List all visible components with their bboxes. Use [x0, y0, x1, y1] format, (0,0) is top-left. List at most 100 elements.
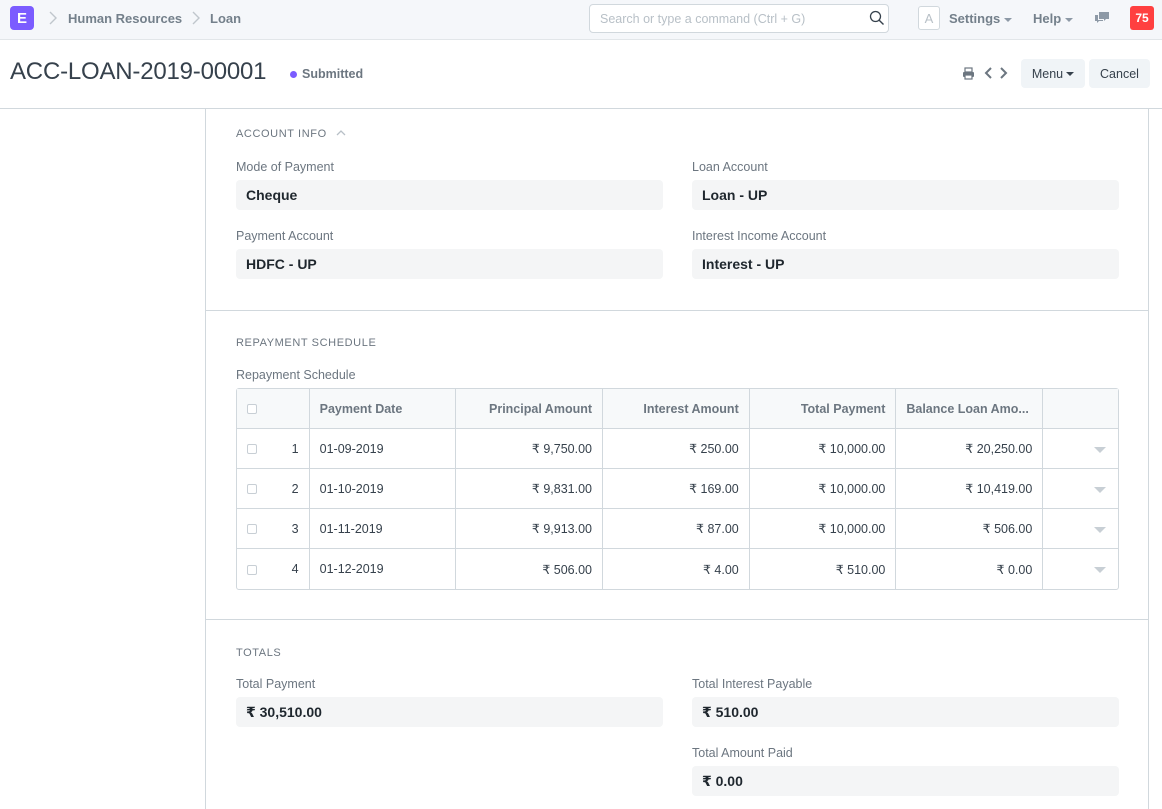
cell-interest-amount[interactable]: ₹ 87.00 — [603, 509, 750, 549]
table-row[interactable]: 1 01-09-2019 ₹ 9,750.00 ₹ 250.00 ₹ 10,000.00… — [237, 429, 1118, 469]
search-icon[interactable] — [869, 10, 885, 26]
select-all-cell — [237, 389, 310, 429]
cancel-button[interactable]: Cancel — [1089, 59, 1150, 88]
app-logo[interactable]: E — [10, 6, 34, 30]
chevron-right-icon — [48, 11, 58, 25]
cell-payment-date[interactable]: 01-09-2019 — [309, 429, 457, 469]
row-dropdown-icon[interactable] — [1094, 446, 1106, 453]
cell-total-payment[interactable]: ₹ 10,000.00 — [749, 509, 897, 549]
cell-total-payment[interactable]: ₹ 10,000.00 — [749, 469, 897, 509]
cell-total-payment[interactable]: ₹ 10,000.00 — [749, 429, 897, 469]
chevron-right-icon[interactable] — [999, 66, 1008, 80]
cell-payment-date[interactable]: 01-11-2019 — [309, 509, 457, 549]
table-row[interactable]: 3 01-11-2019 ₹ 9,913.00 ₹ 87.00 ₹ 10,000.00 ₹… — [237, 509, 1118, 549]
notification-badge[interactable]: 75 — [1130, 6, 1154, 30]
row-index: 3 — [291, 521, 299, 536]
cell-balance-loan-amount[interactable]: ₹ 20,250.00 — [896, 429, 1044, 469]
select-all-checkbox[interactable] — [247, 404, 257, 415]
chat-icon[interactable] — [1094, 11, 1110, 25]
settings-dropdown[interactable]: Settings — [949, 11, 1013, 26]
row-select-cell: 1 — [237, 429, 310, 469]
field-label-interest-income-account: Interest Income Account — [692, 229, 827, 243]
section-title-account-info[interactable]: ACCOUNT INFO — [236, 127, 346, 140]
chevron-left-icon[interactable] — [984, 66, 993, 80]
col-actions — [1043, 389, 1118, 429]
table-row[interactable]: 2 01-10-2019 ₹ 9,831.00 ₹ 169.00 ₹ 10,000.00… — [237, 469, 1118, 509]
navbar: E Human Resources Loan A Settings Help 7… — [0, 0, 1162, 40]
col-total-payment[interactable]: Total Payment — [749, 389, 897, 429]
cell-balance-loan-amount[interactable]: ₹ 0.00 — [896, 549, 1044, 589]
cell-total-payment[interactable]: ₹ 510.00 — [750, 549, 897, 589]
table-row[interactable]: 4 01-12-2019 ₹ 506.00 ₹ 4.00 ₹ 510.00 ₹ 0.00 — [237, 549, 1118, 589]
section-repayment-schedule: REPAYMENT SCHEDULE Repayment Schedule Pa… — [206, 311, 1148, 620]
row-checkbox[interactable] — [247, 484, 257, 495]
field-label-mode-of-payment: Mode of Payment — [236, 160, 334, 174]
table-header-row: Payment Date Principal Amount Interest A… — [237, 389, 1118, 429]
col-interest-amount[interactable]: Interest Amount — [603, 389, 750, 429]
section-totals: TOTALS Total Payment ₹ 30,510.00 Total I… — [206, 620, 1148, 809]
row-select-cell: 2 — [237, 469, 310, 509]
menu-button[interactable]: Menu — [1021, 59, 1085, 88]
chevron-right-icon — [191, 11, 201, 25]
repayment-table: Payment Date Principal Amount Interest A… — [236, 388, 1119, 590]
row-index: 4 — [291, 562, 299, 576]
caret-down-icon — [1065, 17, 1074, 22]
cell-principal-amount[interactable]: ₹ 9,831.00 — [456, 469, 604, 509]
status-dot-icon — [290, 70, 297, 78]
cell-principal-amount[interactable]: ₹ 9,913.00 — [456, 509, 604, 549]
row-select-cell: 4 — [237, 549, 310, 589]
field-label-total-interest-payable: Total Interest Payable — [692, 677, 813, 691]
col-balance-loan-amount[interactable]: Balance Loan Amo... — [896, 389, 1044, 429]
row-index: 1 — [291, 441, 299, 456]
field-total-amount-paid[interactable]: ₹ 0.00 — [692, 766, 1119, 796]
status-badge: Submitted — [290, 67, 363, 81]
field-interest-income-account[interactable]: Interest - UP — [692, 249, 1119, 279]
page-title: ACC-LOAN-2019-00001 — [10, 58, 267, 85]
field-label-loan-account: Loan Account — [692, 160, 768, 174]
cell-interest-amount[interactable]: ₹ 4.00 — [603, 549, 750, 589]
help-dropdown[interactable]: Help — [1033, 11, 1074, 26]
row-dropdown-icon[interactable] — [1094, 526, 1106, 533]
row-dropdown-icon[interactable] — [1094, 486, 1106, 493]
section-title-totals[interactable]: TOTALS — [236, 647, 281, 659]
cell-interest-amount[interactable]: ₹ 250.00 — [603, 429, 750, 469]
status-text: Submitted — [302, 67, 364, 81]
cell-principal-amount[interactable]: ₹ 9,750.00 — [456, 429, 604, 469]
cell-interest-amount[interactable]: ₹ 169.00 — [603, 469, 750, 509]
cell-payment-date[interactable]: 01-10-2019 — [309, 469, 457, 509]
field-total-payment[interactable]: ₹ 30,510.00 — [236, 697, 663, 727]
settings-label: Settings — [949, 11, 1001, 26]
cell-principal-amount[interactable]: ₹ 506.00 — [456, 549, 604, 589]
form-body: ACCOUNT INFO Mode of Payment Cheque Loan… — [205, 108, 1149, 809]
caret-down-icon — [1004, 17, 1013, 22]
field-payment-account[interactable]: HDFC - UP — [236, 249, 663, 279]
cell-payment-date[interactable]: 01-12-2019 — [310, 549, 457, 589]
col-payment-date[interactable]: Payment Date — [309, 389, 457, 429]
field-loan-account[interactable]: Loan - UP — [692, 180, 1119, 210]
cell-balance-loan-amount[interactable]: ₹ 506.00 — [896, 509, 1044, 549]
print-icon[interactable] — [962, 67, 975, 80]
avatar[interactable]: A — [918, 6, 940, 30]
chevron-up-icon[interactable] — [336, 127, 346, 139]
caret-down-icon — [1066, 71, 1075, 76]
section-title-repayment-schedule[interactable]: REPAYMENT SCHEDULE — [236, 337, 376, 349]
row-checkbox[interactable] — [247, 524, 257, 535]
row-index: 2 — [291, 481, 299, 496]
menu-label: Menu — [1031, 66, 1064, 81]
row-dropdown-icon[interactable] — [1094, 567, 1106, 573]
field-total-interest-payable[interactable]: ₹ 510.00 — [692, 697, 1119, 727]
breadcrumb-human-resources[interactable]: Human Resources — [68, 11, 182, 26]
row-select-cell: 3 — [237, 509, 310, 549]
row-checkbox[interactable] — [247, 444, 257, 455]
search-input[interactable] — [589, 4, 889, 33]
field-mode-of-payment[interactable]: Cheque — [236, 180, 663, 210]
field-label-total-amount-paid: Total Amount Paid — [692, 746, 793, 760]
section-account-info: ACCOUNT INFO Mode of Payment Cheque Loan… — [206, 108, 1148, 311]
col-principal-amount[interactable]: Principal Amount — [456, 389, 604, 429]
row-actions-cell — [1043, 509, 1118, 549]
row-checkbox[interactable] — [247, 564, 257, 575]
help-label: Help — [1033, 11, 1062, 26]
breadcrumb-loan[interactable]: Loan — [210, 11, 241, 26]
cell-balance-loan-amount[interactable]: ₹ 10,419.00 — [896, 469, 1044, 509]
field-label-total-payment: Total Payment — [236, 677, 316, 691]
